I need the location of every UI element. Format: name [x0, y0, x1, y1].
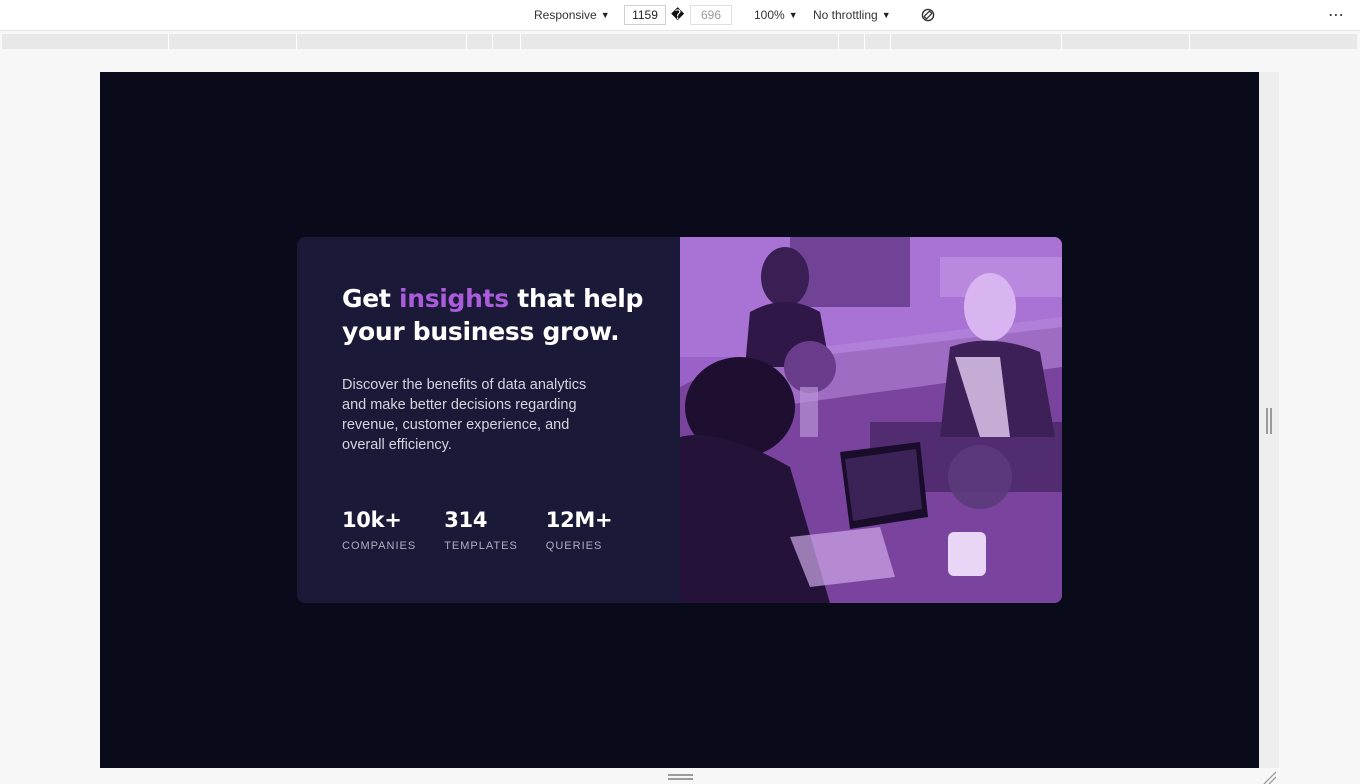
viewport-resize-handle-right[interactable] [1266, 408, 1272, 434]
office-team-photo [680, 237, 1062, 603]
chevron-down-icon: ▼ [600, 10, 610, 20]
media-query-divider [492, 34, 493, 49]
stat-label: COMPANIES [342, 540, 417, 552]
viewport-resize-handle-bottom[interactable] [668, 774, 693, 780]
stat-companies: 10k+ COMPANIES [342, 507, 416, 552]
stat-value: 314 [444, 508, 488, 532]
stats-preview-card: Get insights that help your business gro… [297, 237, 1062, 603]
card-image [680, 237, 1062, 603]
device-mode-select[interactable]: Responsive ▼ [534, 8, 610, 22]
card-content: Get insights that help your business gro… [297, 237, 680, 603]
media-query-divider [1189, 34, 1190, 49]
more-options-icon[interactable]: ⋯ [1328, 5, 1345, 25]
media-query-divider [466, 34, 467, 49]
media-query-divider [838, 34, 839, 49]
stat-label: QUERIES [545, 540, 603, 552]
stat-templates: 314 TEMPLATES [444, 507, 518, 552]
media-query-divider [864, 34, 865, 49]
chevron-down-icon: ▼ [788, 10, 798, 20]
media-query-divider [1061, 34, 1062, 49]
viewport-height-input[interactable]: 696 [690, 5, 732, 25]
device-mode-label: Responsive [534, 8, 597, 22]
zoom-label: 100% [754, 8, 785, 22]
media-query-divider [168, 34, 169, 49]
stat-value: 10k+ [342, 508, 402, 532]
device-viewport: Get insights that help your business gro… [100, 72, 1259, 768]
zoom-select[interactable]: 100% ▼ [754, 8, 798, 22]
headline-accent: insights [398, 284, 509, 313]
dimension-separator: � [671, 7, 685, 22]
stat-label: TEMPLATES [444, 540, 518, 552]
card-headline: Get insights that help your business gro… [342, 282, 652, 348]
card-description: Discover the benefits of data analytics … [342, 377, 587, 453]
chevron-down-icon: ▼ [881, 10, 891, 20]
stats-row: 10k+ COMPANIES 314 TEMPLATES 12M+ QUERIE… [342, 507, 640, 552]
headline-text-start: Get [342, 284, 399, 313]
viewport-resize-handle-corner[interactable] [1262, 770, 1276, 784]
throttling-label: No throttling [813, 8, 878, 22]
stat-value: 12M+ [545, 508, 613, 532]
rotate-icon[interactable] [921, 8, 935, 22]
media-query-divider [890, 34, 891, 49]
viewport-width-input[interactable]: 1159 [624, 5, 666, 25]
throttling-select[interactable]: No throttling ▼ [813, 8, 891, 22]
devtools-toolbar: Responsive ▼ 1159 � 696 100% ▼ No thrott… [0, 0, 1360, 31]
media-query-divider [296, 34, 297, 49]
media-query-bar[interactable] [2, 34, 1357, 49]
stat-queries: 12M+ QUERIES [546, 507, 613, 552]
media-query-divider [520, 34, 521, 49]
